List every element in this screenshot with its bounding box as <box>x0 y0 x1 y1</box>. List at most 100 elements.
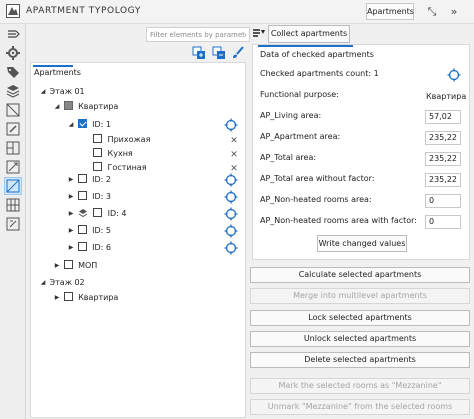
merge-multilevel-button[interactable]: Merge into multilevel apartments <box>250 288 470 304</box>
expand-arrow-icon[interactable]: ▶ <box>67 207 75 221</box>
id-checkbox[interactable] <box>77 191 87 200</box>
tree-row-apartment[interactable]: ◢ Квартира <box>53 100 118 114</box>
room-numbering-icon[interactable] <box>5 216 21 232</box>
tree-row-id-6[interactable]: ▶ ID: 6 <box>67 241 111 255</box>
apartment-checkbox[interactable] <box>63 101 73 110</box>
target-crosshair-icon[interactable] <box>224 118 238 132</box>
calculate-selected-button[interactable]: Calculate selected apartments <box>250 267 470 283</box>
collapse-all-icon[interactable] <box>212 46 226 60</box>
tree-row-floor-02[interactable]: ◢ Этаж 02 <box>39 276 85 290</box>
expand-arrow-icon[interactable]: ▶ <box>67 173 75 187</box>
non-heated-area-field[interactable]: 0 <box>425 194 461 208</box>
tree-row-room[interactable]: Кухня <box>93 147 133 161</box>
pin-icon[interactable]: ⤡ <box>424 4 440 20</box>
room-plan-icon[interactable] <box>5 102 21 118</box>
tree-row-label: Этаж 01 <box>49 87 85 96</box>
tree-row-id-4[interactable]: ▶ ID: 4 <box>67 207 127 221</box>
expand-arrow-icon[interactable]: ▶ <box>67 190 75 204</box>
apartment-typology-icon[interactable] <box>4 177 22 195</box>
collapse-icon[interactable]: » <box>446 4 462 20</box>
total-area-without-factor-field[interactable]: 235,22 <box>425 173 461 187</box>
close-icon[interactable]: ✕ <box>229 149 239 161</box>
tree-row-id-5[interactable]: ▶ ID: 5 <box>67 224 111 238</box>
tree-row-label: МОП <box>78 261 98 270</box>
target-crosshair-icon[interactable] <box>224 224 238 238</box>
mark-mezzanine-button[interactable]: Mark the selected rooms as "Mezzanine" <box>250 378 470 394</box>
expand-arrow-icon[interactable]: ◢ <box>39 85 47 99</box>
expand-arrow-icon[interactable]: ◢ <box>39 276 47 290</box>
room-checkbox[interactable] <box>93 148 102 157</box>
room-checkbox[interactable] <box>93 162 102 171</box>
tree-row-common-area[interactable]: ▶ МОП <box>53 259 97 273</box>
app-title: APARTMENT TYPOLOGY <box>26 6 141 16</box>
write-changed-values-button[interactable]: Write changed values <box>317 235 407 252</box>
room-measure-icon[interactable] <box>5 159 21 175</box>
lock-selected-button[interactable]: Lock selected apartments <box>250 310 470 326</box>
id-1-checkbox[interactable] <box>77 119 87 128</box>
non-heated-area-label: AP_Non-heated rooms area: <box>260 195 372 204</box>
tree-row-label: Кухня <box>107 149 133 158</box>
apartments-tab-button[interactable]: Apartments <box>366 3 414 20</box>
target-crosshair-icon[interactable] <box>224 207 238 221</box>
apartments-tree-panel: Apartments ◢ Этаж 01 ◢ Квартира ◢ ID: 1 … <box>30 62 246 418</box>
tree-row-label: Квартира <box>78 293 119 302</box>
total-area-field[interactable]: 235,22 <box>425 152 461 166</box>
room-split-icon[interactable] <box>5 140 21 156</box>
layers-icon[interactable] <box>5 83 21 99</box>
expand-panel-icon[interactable] <box>5 26 21 42</box>
tree-row-apartment[interactable]: ▶ Квартира <box>53 291 118 305</box>
id-checkbox[interactable] <box>77 174 87 183</box>
brush-icon[interactable] <box>231 46 245 60</box>
non-heated-area-factor-field[interactable]: 0 <box>425 215 461 229</box>
room-grid-icon[interactable] <box>5 197 21 213</box>
expand-arrow-icon[interactable]: ▶ <box>53 291 61 305</box>
tree-row-label: ID: 5 <box>92 226 111 235</box>
apartment-checkbox[interactable] <box>63 292 73 301</box>
layers-icon <box>78 208 87 217</box>
non-heated-area-factor-label: AP_Non-heated rooms area with factor: <box>260 216 418 225</box>
tree-row-id-3[interactable]: ▶ ID: 3 <box>67 190 111 204</box>
room-checkbox[interactable] <box>93 134 102 143</box>
total-area-label: AP_Total area: <box>260 153 317 162</box>
functional-purpose-label: Functional purpose: <box>260 90 339 99</box>
target-crosshair-icon[interactable] <box>224 173 238 187</box>
tab-apartments[interactable]: Apartments <box>34 68 81 77</box>
filter-input[interactable] <box>146 27 250 42</box>
tree-row-label: ID: 1 <box>92 120 111 129</box>
tree-row-label: Прихожая <box>107 135 151 144</box>
delete-selected-button[interactable]: Delete selected apartments <box>250 352 470 368</box>
expand-arrow-icon[interactable]: ▶ <box>53 259 61 273</box>
tree-row-label: Квартира <box>78 102 119 111</box>
collect-apartments-button[interactable]: Collect apartments <box>268 25 350 43</box>
apartment-area-field[interactable]: 235,22 <box>425 131 461 145</box>
id-checkbox[interactable] <box>93 208 103 217</box>
total-area-without-factor-label: AP_Total area without factor: <box>260 174 375 183</box>
living-area-field[interactable]: 57,02 <box>425 110 461 124</box>
close-icon[interactable]: ✕ <box>229 135 239 147</box>
room-edit-icon[interactable] <box>5 121 21 137</box>
common-area-checkbox[interactable] <box>63 260 73 269</box>
target-crosshair-icon[interactable] <box>224 190 238 204</box>
unmark-mezzanine-button[interactable]: Unmark "Mezzanine" from the selected roo… <box>250 399 470 415</box>
target-crosshair-icon[interactable] <box>447 68 461 82</box>
expand-all-icon[interactable] <box>192 46 206 60</box>
id-checkbox[interactable] <box>77 242 87 251</box>
tree-row-label: ID: 3 <box>92 192 111 201</box>
filter-list-icon[interactable] <box>252 27 266 41</box>
unlock-selected-button[interactable]: Unlock selected apartments <box>250 331 470 347</box>
tree-row-room[interactable]: Прихожая <box>93 133 150 147</box>
tree-row-id-1[interactable]: ◢ ID: 1 <box>67 118 111 132</box>
target-crosshair-icon[interactable] <box>224 241 238 255</box>
left-sidebar <box>0 24 26 419</box>
checked-count-label: Checked apartments count: 1 <box>260 69 379 78</box>
living-area-label: AP_Living area: <box>260 111 322 120</box>
tag-icon[interactable] <box>5 64 21 80</box>
id-checkbox[interactable] <box>77 225 87 234</box>
expand-arrow-icon[interactable]: ▶ <box>67 224 75 238</box>
tree-row-floor-01[interactable]: ◢ Этаж 01 <box>39 85 85 99</box>
expand-arrow-icon[interactable]: ◢ <box>67 118 75 132</box>
expand-arrow-icon[interactable]: ▶ <box>67 241 75 255</box>
expand-arrow-icon[interactable]: ◢ <box>53 100 61 114</box>
tree-row-id-2[interactable]: ▶ ID: 2 <box>67 173 111 187</box>
gear-icon[interactable] <box>5 45 21 61</box>
